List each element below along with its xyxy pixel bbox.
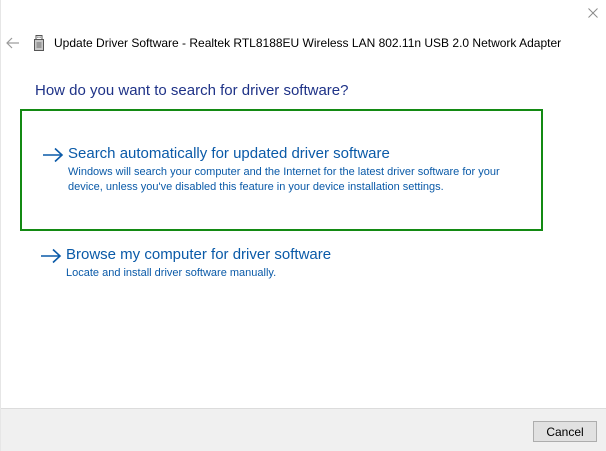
usb-device-icon: [34, 35, 44, 51]
search-automatically-description: Windows will search your computer and th…: [68, 166, 500, 193]
arrow-right-icon: [41, 248, 62, 264]
dialog-title: Update Driver Software - Realtek RTL8188…: [54, 36, 562, 50]
main-instruction: How do you want to search for driver sof…: [35, 82, 349, 99]
cancel-button[interactable]: Cancel: [533, 421, 597, 442]
close-button[interactable]: [581, 2, 605, 24]
dialog-footer: Cancel: [1, 408, 606, 451]
close-icon: [588, 8, 598, 18]
search-automatically-option[interactable]: Search automatically for updated driver …: [20, 109, 543, 231]
search-automatically-title: Search automatically for updated driver …: [68, 145, 390, 162]
browse-computer-description: Locate and install driver software manua…: [66, 267, 277, 279]
update-driver-dialog: Update Driver Software - Realtek RTL8188…: [0, 0, 606, 451]
back-arrow-icon: [6, 37, 19, 49]
browse-computer-title: Browse my computer for driver software: [66, 246, 332, 263]
back-button[interactable]: [3, 33, 23, 53]
arrow-right-icon: [43, 147, 64, 163]
browse-computer-option[interactable]: Browse my computer for driver software L…: [20, 240, 543, 288]
dialog-header: Update Driver Software - Realtek RTL8188…: [34, 34, 561, 52]
